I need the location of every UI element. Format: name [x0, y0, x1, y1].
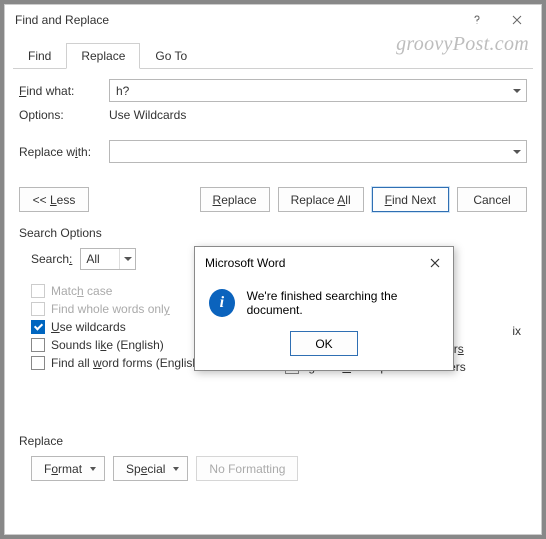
tab-replace[interactable]: Replace [66, 43, 140, 69]
modal-ok-button[interactable]: OK [290, 331, 358, 356]
find-what-value: h? [110, 84, 508, 98]
format-button[interactable]: Format [31, 456, 105, 481]
cancel-button[interactable]: Cancel [457, 187, 527, 212]
modal-title: Microsoft Word [205, 256, 285, 270]
info-icon: i [209, 289, 235, 317]
no-formatting-button: No Formatting [196, 456, 298, 481]
modal-message: We're finished searching the document. [247, 289, 439, 317]
help-button[interactable] [457, 9, 497, 31]
tab-find[interactable]: Find [13, 43, 66, 69]
special-button[interactable]: Special [113, 456, 188, 481]
replace-with-input[interactable] [109, 140, 527, 163]
search-direction-select[interactable]: All [80, 248, 136, 270]
close-button[interactable] [497, 9, 537, 31]
window-title: Find and Replace [15, 13, 109, 27]
options-value: Use Wildcards [109, 108, 186, 122]
replace-section-title: Replace [19, 434, 527, 448]
search-label: Search: [31, 252, 72, 266]
action-buttons: << Less Replace Replace All Find Next Ca… [19, 187, 527, 212]
message-dialog: Microsoft Word i We're finished searchin… [194, 246, 454, 371]
search-direction-value: All [81, 252, 119, 266]
find-next-button[interactable]: Find Next [372, 187, 449, 212]
titlebar: Find and Replace [5, 5, 541, 35]
replace-with-label: Replace with: [19, 145, 109, 159]
chevron-down-icon [119, 249, 135, 269]
replace-button[interactable]: Replace [200, 187, 270, 212]
search-options-title: Search Options [19, 226, 527, 240]
find-what-input[interactable]: h? [109, 79, 527, 102]
less-button[interactable]: << Less [19, 187, 89, 212]
watermark: groovyPost.com [396, 33, 529, 56]
options-label: Options: [19, 108, 109, 122]
modal-close-button[interactable] [423, 253, 447, 273]
replace-all-button[interactable]: Replace All [278, 187, 364, 212]
chevron-down-icon [508, 150, 526, 154]
chevron-down-icon [508, 89, 526, 93]
find-what-label: Find what: [19, 84, 109, 98]
tab-goto[interactable]: Go To [140, 43, 202, 69]
